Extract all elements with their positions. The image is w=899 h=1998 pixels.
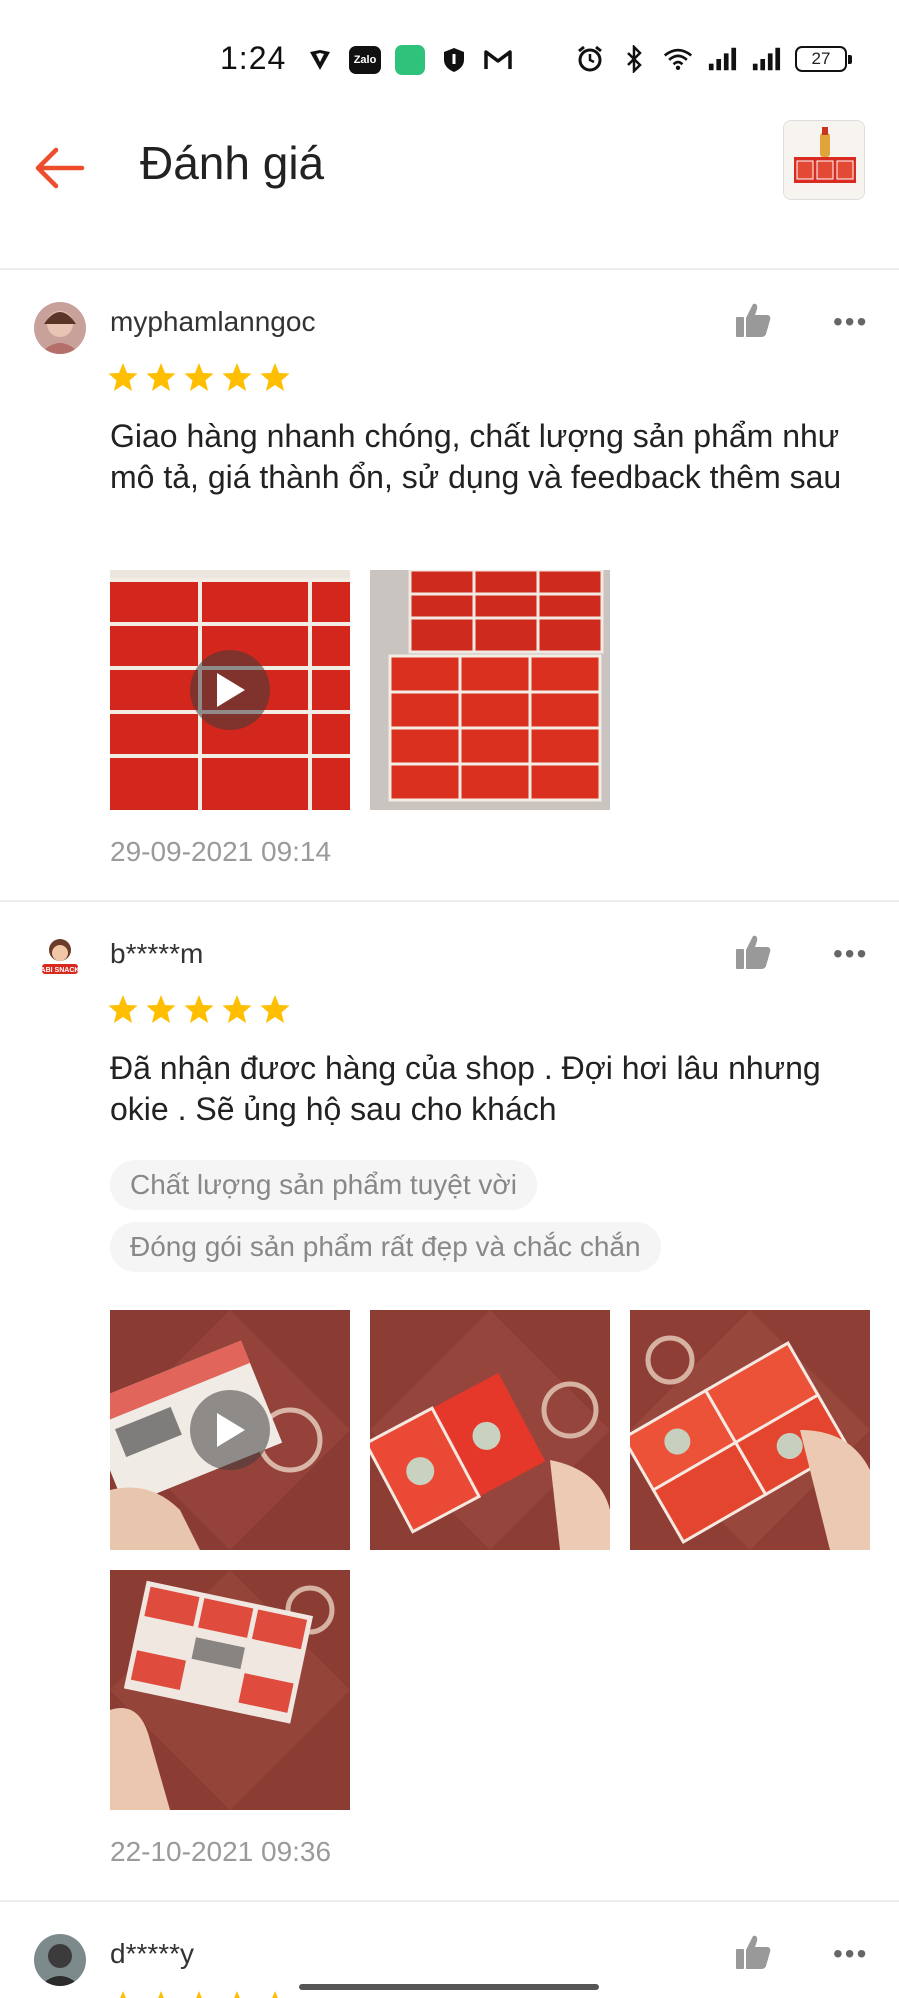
- review-tags: Chất lượng sản phẩm tuyệt vời Đóng gói s…: [110, 1160, 661, 1272]
- battery-indicator: 27: [795, 46, 852, 72]
- zalo-icon: Zalo: [349, 46, 381, 74]
- username: myphamlanngoc: [110, 306, 316, 337]
- star-rating: [108, 362, 290, 392]
- status-bar: 1:24 Zalo 27: [0, 0, 899, 118]
- star-icon: [108, 995, 138, 1023]
- star-icon: [234, 1991, 240, 1998]
- play-icon[interactable]: [190, 650, 270, 730]
- home-indicator[interactable]: [299, 1984, 599, 1990]
- username: b*****m: [110, 938, 204, 969]
- review-image[interactable]: [370, 570, 610, 810]
- review-date: 29-09-2021 09:14: [110, 836, 332, 867]
- privacy-icon: [439, 45, 469, 75]
- star-icon: [222, 363, 252, 391]
- star-icon: [260, 363, 290, 391]
- star-rating: [108, 1990, 290, 1998]
- status-right-icons: 27: [575, 44, 852, 74]
- bluetooth-icon: [619, 44, 649, 74]
- back-arrow-icon[interactable]: [30, 138, 90, 198]
- app-icon: [395, 45, 425, 75]
- review-image[interactable]: [630, 1310, 870, 1550]
- review-image[interactable]: [370, 1310, 610, 1550]
- star-icon: [222, 995, 252, 1023]
- star-icon: [260, 995, 290, 1023]
- signal-icon: [707, 44, 737, 74]
- status-left-icons: Zalo: [305, 45, 513, 75]
- review-date: 22-10-2021 09:36: [110, 1836, 332, 1867]
- star-icon: [158, 1991, 164, 1998]
- wifi-icon: [663, 44, 693, 74]
- review-tag: Chất lượng sản phẩm tuyệt vời: [110, 1160, 537, 1210]
- star-icon: [120, 1991, 126, 1998]
- review-tag: Đóng gói sản phẩm rất đẹp và chắc chắn: [110, 1222, 661, 1272]
- avatar[interactable]: ABI SNACK: [34, 934, 86, 986]
- more-options-icon[interactable]: •••: [833, 306, 868, 338]
- review-item: myphamlanngoc ••• Giao hàng nhanh chóng,…: [0, 270, 899, 900]
- avatar-text: ABI SNACK: [41, 967, 80, 974]
- review-comment: Đã nhận đươc hàng của shop . Đợi hơi lâu…: [110, 1050, 821, 1127]
- more-options-icon[interactable]: •••: [833, 938, 868, 970]
- avatar[interactable]: [34, 302, 86, 354]
- avatar[interactable]: [34, 1934, 86, 1986]
- alarm-icon: [575, 44, 605, 74]
- gmail-icon: [483, 45, 513, 75]
- star-icon: [184, 363, 214, 391]
- review-image[interactable]: [110, 1570, 350, 1810]
- star-icon: [146, 995, 176, 1023]
- play-icon[interactable]: [190, 1390, 270, 1470]
- star-icon: [146, 363, 176, 391]
- review-video-thumbnail[interactable]: [110, 1310, 350, 1550]
- star-icon: [184, 995, 214, 1023]
- like-icon[interactable]: [733, 300, 773, 340]
- signal-icon-2: [751, 44, 781, 74]
- shield-icon: [305, 45, 335, 75]
- star-icon: [108, 363, 138, 391]
- more-options-icon[interactable]: •••: [833, 1938, 868, 1970]
- like-icon[interactable]: [733, 1932, 773, 1972]
- review-comment: Giao hàng nhanh chóng, chất lượng sản ph…: [110, 418, 842, 495]
- star-icon: [196, 1991, 202, 1998]
- like-icon[interactable]: [733, 932, 773, 972]
- review-video-thumbnail[interactable]: [110, 570, 350, 810]
- review-item: ABI SNACK b*****m ••• Đã nhận đươc hàng …: [0, 902, 899, 1902]
- page-header: Đánh giá: [0, 118, 899, 226]
- username: d*****y: [110, 1938, 195, 1969]
- page-title: Đánh giá: [140, 137, 325, 189]
- status-time: 1:24: [220, 40, 287, 76]
- product-thumbnail[interactable]: [783, 120, 865, 200]
- star-icon: [272, 1991, 278, 1998]
- star-rating: [108, 994, 290, 1024]
